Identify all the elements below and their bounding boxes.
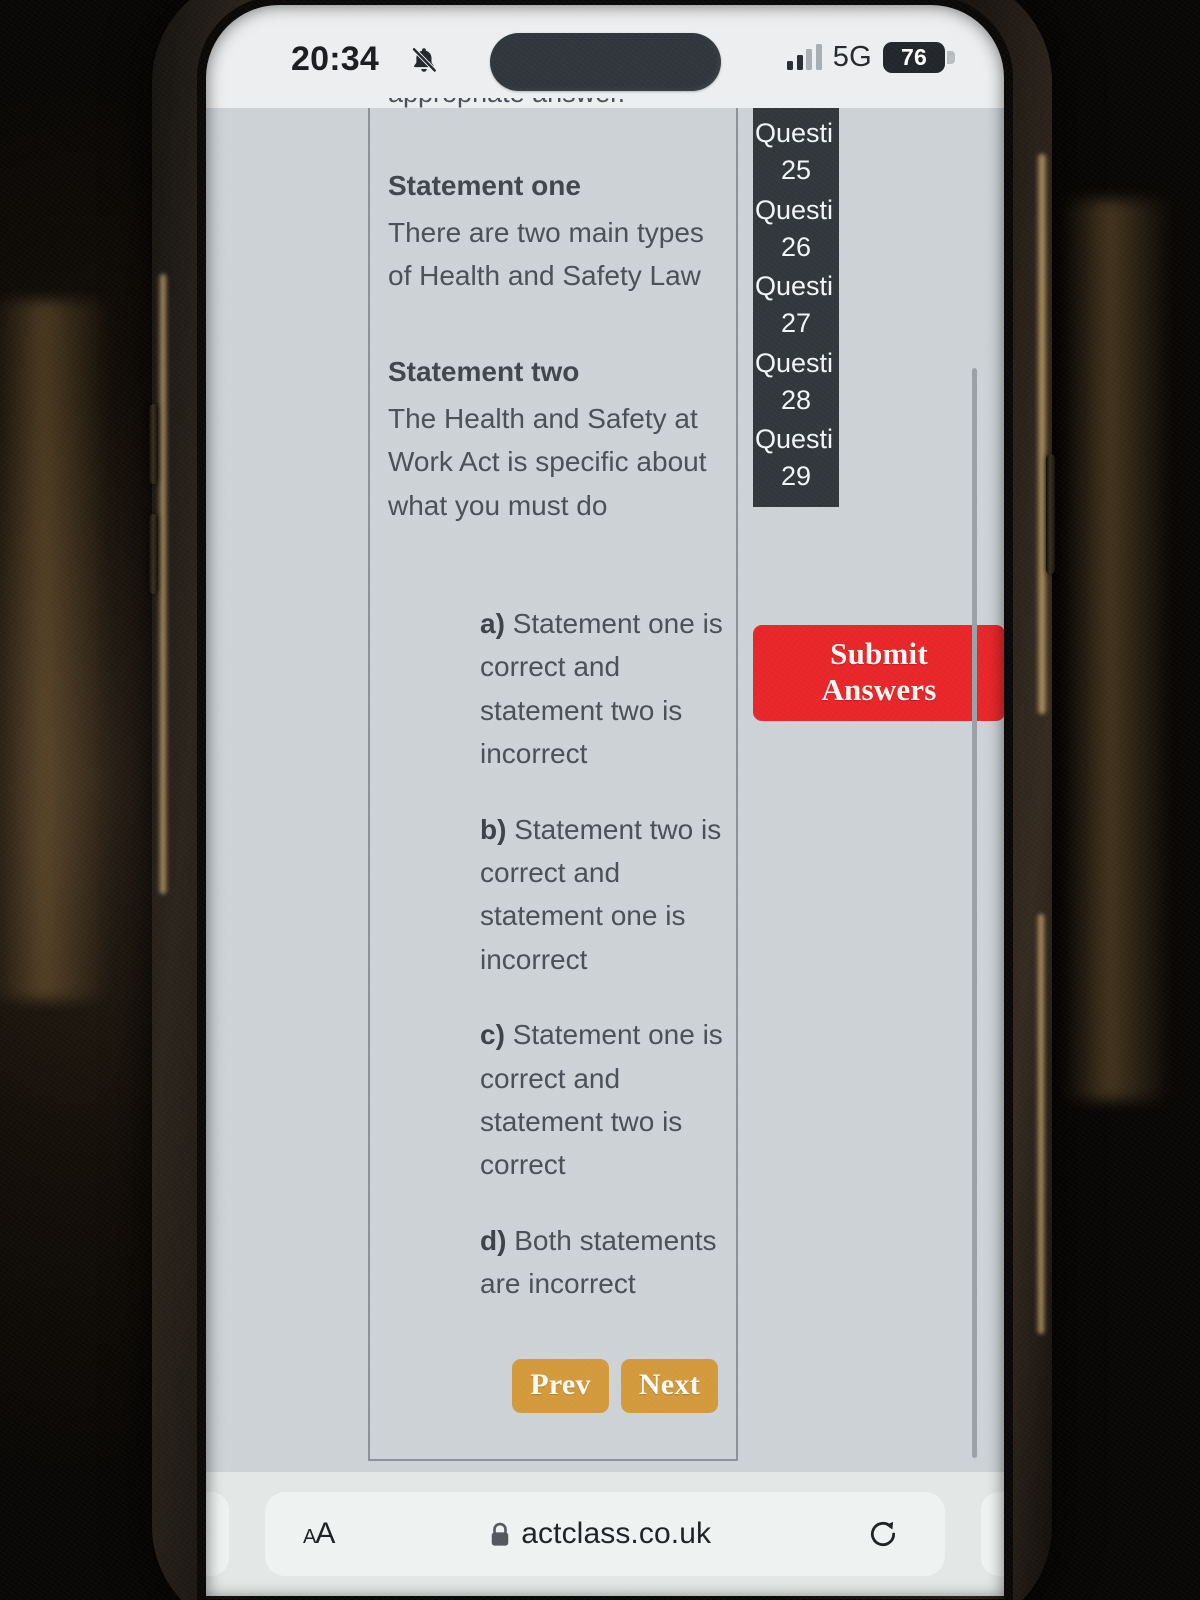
question-nav-item-26[interactable]: Questi 26 — [753, 191, 839, 268]
question-nav-label: Questi — [754, 194, 834, 225]
statement-one-block: Statement one There are two main types o… — [388, 170, 728, 298]
statement-two-title: Statement two — [388, 356, 580, 387]
phone-edge-highlight — [1036, 154, 1048, 714]
answer-option-d[interactable]: d) Both statements are incorrect — [480, 1219, 730, 1306]
phone-edge-highlight — [1036, 914, 1046, 1334]
statement-one-body: There are two main types of Health and S… — [388, 217, 704, 292]
question-nav-number: 27 — [780, 308, 812, 339]
option-text-b: Statement two is correct and statement o… — [480, 813, 722, 975]
volume-up-button[interactable] — [149, 404, 158, 484]
web-page-viewport: appropriate answer. Statement one There … — [205, 98, 1005, 1480]
question-nav-label: Questi — [754, 271, 834, 301]
page-scrollbar[interactable] — [972, 368, 977, 1458]
option-letter-d: d) — [480, 1224, 507, 1256]
option-letter-a: a) — [480, 608, 505, 639]
question-nav-item-29[interactable]: Questi 29 — [753, 420, 839, 497]
question-navigation-panel: Questi 25 Questi 26 Questi 27 Questi 28 … — [753, 108, 839, 507]
question-nav-number: 28 — [780, 384, 812, 415]
question-nav-item-27[interactable]: Questi 27 — [753, 267, 839, 344]
question-nav-number: 25 — [780, 155, 812, 186]
prev-button[interactable]: Prev — [512, 1359, 609, 1413]
option-letter-b: b) — [480, 813, 507, 845]
option-text-c: Statement one is correct and statement t… — [480, 1019, 723, 1181]
clipped-instruction-text: appropriate answer. — [388, 98, 728, 122]
phone-edge-highlight — [158, 274, 168, 894]
quiz-question-card: appropriate answer. Statement one There … — [368, 98, 738, 1461]
question-nav-number: 29 — [780, 461, 812, 492]
option-text-d: Both statements are incorrect — [480, 1224, 717, 1300]
address-bar[interactable]: AAAA actclass.co.uk — [265, 1492, 945, 1576]
answer-option-a[interactable]: a) Statement one is correct and statemen… — [480, 602, 730, 776]
answer-option-b[interactable]: b) Statement two is correct and statemen… — [480, 808, 730, 982]
option-letter-c: c) — [480, 1019, 505, 1051]
fabric-sheen — [0, 300, 110, 1000]
cellular-signal-icon — [787, 44, 822, 70]
status-bar: 20:34 5G 76 — [205, 4, 1005, 108]
answer-option-c[interactable]: c) Statement one is correct and statemen… — [480, 1013, 730, 1187]
status-indicators: 5G 76 — [787, 37, 955, 77]
question-nav-item-25[interactable]: Questi 25 — [753, 114, 839, 191]
volume-down-button[interactable] — [149, 514, 158, 594]
battery-icon: 76 — [883, 41, 955, 73]
adjacent-tab-right[interactable] — [981, 1492, 1005, 1576]
phone-screen: 20:34 5G 76 Statement one There are two … — [205, 4, 1005, 1596]
question-nav-label: Questi — [754, 118, 834, 148]
option-text-a: Statement one is correct and statement t… — [480, 608, 723, 770]
clock: 20:34 — [291, 40, 379, 78]
lock-icon — [492, 1522, 509, 1546]
dynamic-island — [490, 33, 721, 91]
fabric-sheen — [1060, 200, 1170, 1100]
photo-scene: 20:34 5G 76 Statement one There are two … — [0, 0, 1200, 1600]
adjacent-tab-left[interactable] — [205, 1492, 229, 1576]
bell-slash-icon — [411, 46, 438, 74]
text-size-button[interactable]: AAAA — [303, 1517, 335, 1551]
submit-answers-button[interactable]: Submit Answers — [753, 625, 1005, 721]
reload-icon[interactable] — [867, 1518, 899, 1550]
answer-options-list: a) Statement one is correct and statemen… — [480, 602, 730, 1337]
navigation-buttons: Prev Next — [512, 1359, 718, 1413]
url-text: actclass.co.uk — [521, 1517, 712, 1550]
question-nav-number: 26 — [780, 231, 812, 262]
battery-percentage: 76 — [901, 43, 927, 70]
statement-two-body: The Health and Safety at Work Act is spe… — [388, 403, 707, 521]
statement-two-block: Statement two The Health and Safety at W… — [388, 356, 728, 527]
network-type-label: 5G — [832, 40, 872, 73]
question-nav-item-28[interactable]: Questi 28 — [753, 344, 839, 421]
browser-toolbar: AAAA actclass.co.uk — [205, 1472, 1005, 1596]
next-button[interactable]: Next — [620, 1359, 718, 1413]
question-nav-label: Questi — [754, 347, 834, 378]
battery-tip — [947, 50, 955, 64]
question-nav-label: Questi — [754, 424, 834, 454]
url-display[interactable]: actclass.co.uk — [334, 1517, 867, 1551]
statement-one-title: Statement one — [388, 170, 581, 201]
power-button[interactable] — [1046, 454, 1055, 574]
